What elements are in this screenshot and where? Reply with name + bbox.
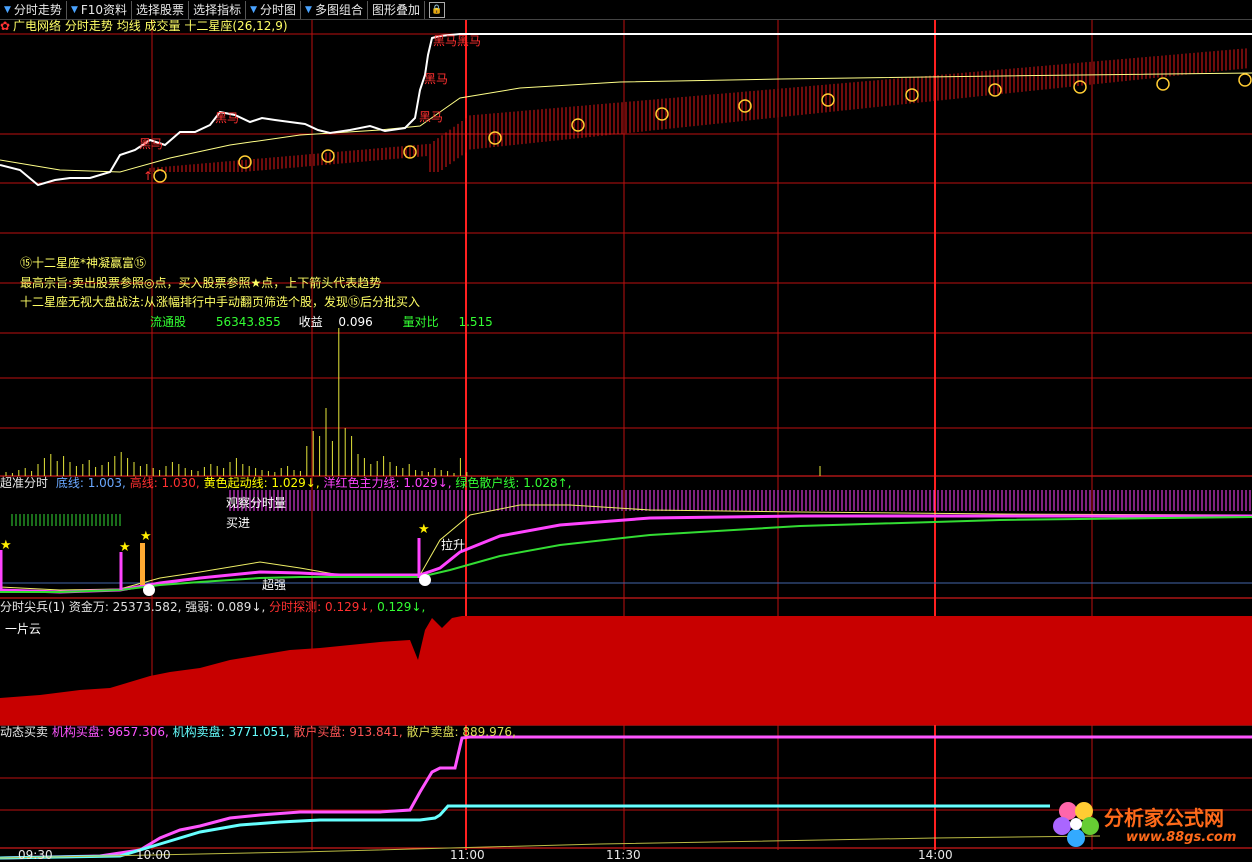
panel2-bottom-line: 底线: 1.003, (55, 476, 126, 490)
marker-text: 黑马 (424, 72, 449, 86)
panel2-yellow-line: 黄色起动线: 1.029↓, (203, 476, 320, 490)
coin-icon (1238, 73, 1252, 87)
black-horse-marker: 黑马 (419, 110, 443, 124)
yellow-start-line (0, 504, 1252, 591)
marker-text: 黑马 (433, 34, 458, 48)
green-band (11, 514, 121, 526)
panel2-header: 超准分时 底线: 1.003, 高线: 1.030, 黄色起动线: 1.029↓… (0, 476, 572, 490)
marker-text: 黑马 (215, 111, 240, 125)
watermark-name: 分析家公式网 (1104, 806, 1224, 830)
cloud-area (0, 616, 1252, 725)
coin-icon (821, 93, 835, 107)
star-icon: ★ (119, 540, 131, 555)
star-icon: ★ (140, 529, 152, 544)
buy-label: 买进 (226, 516, 251, 530)
chart-name: 分时走势 (64, 19, 113, 33)
panel2-title[interactable]: 超准分时 (0, 476, 48, 490)
panel3-header: 分时尖兵(1) 资金万: 25373.582, 强弱: 0.089↓, 分时探测… (0, 600, 425, 614)
panel2-top-line: 高线: 1.030, (129, 476, 200, 490)
star-icon: ★ (0, 538, 12, 553)
main-header: 广电网络 分时走势 均线 成交量 十二星座(26,12,9) (13, 19, 288, 33)
eps-label: 收益 (298, 315, 323, 329)
band-bars (149, 48, 1247, 172)
panel4-retail-sell: 散户卖盘: 889.976, (406, 725, 516, 739)
coin-icon (988, 83, 1002, 97)
volume-bars (5, 328, 821, 476)
coin-icon (238, 155, 252, 169)
coin-icon (1073, 80, 1087, 94)
observe-label: 观察分时量 (226, 496, 287, 510)
coin-icon (1156, 77, 1170, 91)
indicator-label: 十二星座(26,12,9) (184, 19, 288, 33)
vol-label: 成交量 (144, 19, 181, 33)
magenta-main-line (0, 514, 1252, 594)
info-line-2: 最高宗旨:卖出股票参照◎点，买入股票参照★点，上下箭头代表趋势 (20, 276, 382, 290)
black-horse-marker: 黑马 (424, 72, 448, 86)
panel4-header: 动态买卖 机构买盘: 9657.306, 机构卖盘: 3771.051, 散户买… (0, 725, 516, 739)
info-line-3: 十二星座无视大盘战法:从涨幅排行中手动翻页筛选个股，发现⑮后分批买入 (20, 295, 421, 309)
stock-icon: ✿ (0, 19, 11, 33)
watermark-url: www.88gs.com (1126, 830, 1237, 845)
rise-label: 拉升 (441, 538, 466, 552)
coin-icon (738, 99, 752, 113)
magenta-band (229, 490, 1251, 511)
coin-icon (321, 149, 335, 163)
smiley-icon (419, 574, 431, 586)
star-icon: ★ (418, 522, 430, 537)
panel3-title[interactable]: 分时尖兵(1) (0, 600, 65, 614)
flower-icon (1053, 802, 1099, 847)
panel2-magenta-line: 洋红色主力线: 1.029↓, (323, 476, 452, 490)
vr-label: 量对比 (402, 315, 439, 329)
panel2-green-line: 绿色散户线: 1.028↑, (455, 476, 572, 490)
watermark-logo: 分析家公式网 www.88gs.com (1046, 796, 1246, 854)
smiley-icon (143, 584, 155, 596)
panel4-inst-buy: 机构买盘: 9657.306, (51, 725, 169, 739)
cloud-label: 一片云 (5, 622, 42, 636)
info-line-1: ⑮十二星座*神凝赢富⑮ (20, 256, 147, 270)
coin-icon (153, 169, 167, 183)
panel3-fund: 资金万: 25373.582, (68, 600, 182, 614)
black-horse-marker: 黑马 (215, 111, 239, 125)
up-arrow-icon: ↑ (143, 169, 153, 183)
coin-icon (905, 88, 919, 102)
eps-value: 0.096 (338, 315, 373, 329)
panel3-probe: 分时探测: 0.129↓, (269, 600, 374, 614)
black-horse-marker: 黑马黑马 (433, 34, 481, 48)
marker-text: 黑马 (457, 34, 482, 48)
panel3-probe-green: 0.129↓, (377, 600, 426, 614)
panel3-strength: 强弱: 0.089↓, (185, 600, 266, 614)
vr-value: 1.515 (458, 315, 493, 329)
panel4-title[interactable]: 动态买卖 (0, 725, 48, 739)
panel4-inst-sell: 机构卖盘: 3771.051, (172, 725, 290, 739)
marker-text: 黑马 (139, 137, 164, 151)
float-label: 流通股 (150, 315, 187, 329)
orange-bar (140, 543, 145, 585)
black-horse-marker: 黑马 (139, 137, 163, 151)
coin-markers (153, 73, 1252, 183)
stats-line: 流通股 56343.855 收益 0.096 量对比 1.515 (150, 315, 493, 329)
strong-label: 超强 (262, 578, 287, 592)
panel4-retail-buy: 散户买盘: 913.841, (293, 725, 403, 739)
avg-label: 均线 (116, 19, 141, 33)
marker-text: 黑马 (419, 110, 444, 124)
float-value: 56343.855 (215, 315, 281, 329)
stock-name[interactable]: 广电网络 (13, 19, 61, 33)
